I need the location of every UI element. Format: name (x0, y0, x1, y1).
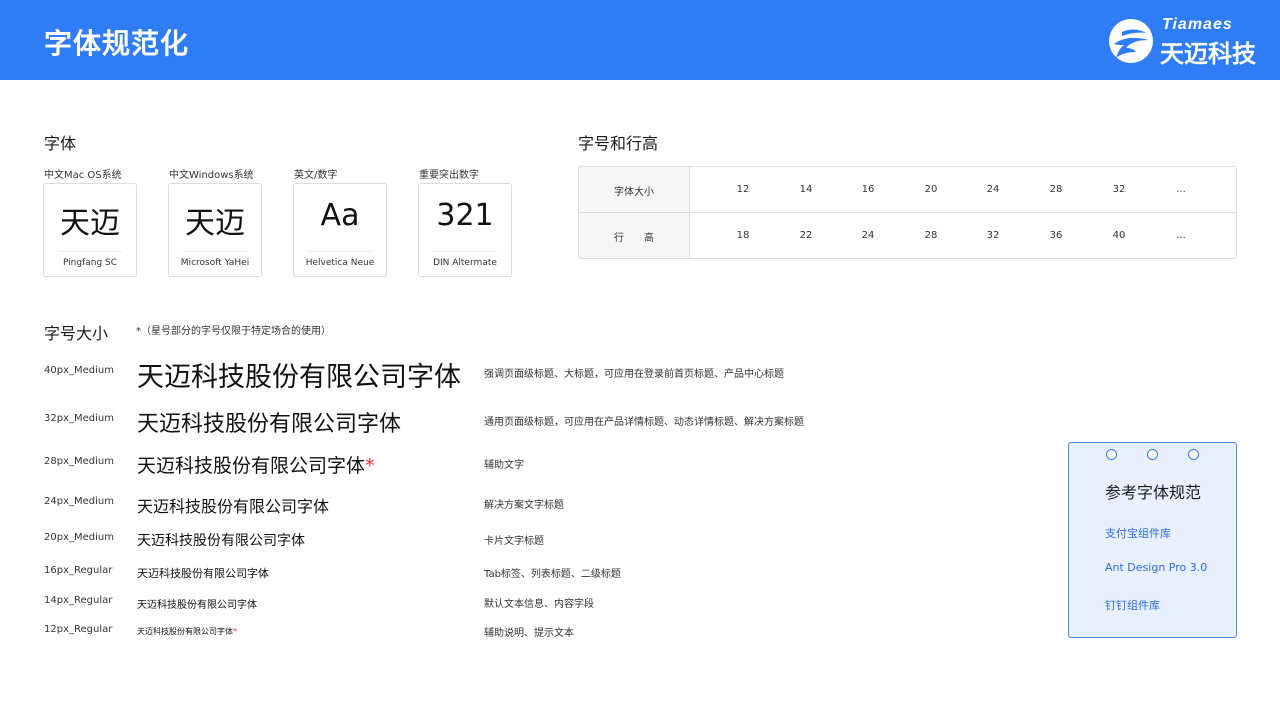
table-row: 字体大小 12 14 16 20 24 28 32 ... (579, 167, 1236, 213)
page-title: 字体规范化 (44, 27, 190, 60)
font-size-description: 强调页面级标题、大标题，可应用在登录前首页标题、产品中心标题 (484, 369, 784, 380)
table-cell: 32 (986, 230, 1000, 241)
table-cell: 12 (736, 184, 750, 195)
font-size-sample: 天迈科技股份有限公司字体* (137, 626, 237, 637)
table-cell: ... (1176, 184, 1186, 195)
fonts-section-title: 字体 (44, 134, 77, 153)
font-size-label: 14px_Regular (44, 595, 113, 606)
row-header-text: 字体大小 (614, 187, 654, 198)
font-size-description: 辅助文字 (484, 460, 524, 471)
logo-text-cn: 天迈科技 (1160, 40, 1256, 68)
font-card-helvetica: Aa Helvetica Neue (293, 183, 387, 277)
font-size-sample: 天迈科技股份有限公司字体 (137, 355, 461, 394)
font-sample: 天迈 (185, 206, 245, 241)
font-size-description: 通用页面级标题，可应用在产品详情标题、动态详情标题、解决方案标题 (484, 417, 804, 428)
font-sample: 321 (436, 198, 494, 233)
font-size-sample-text: 天迈科技股份有限公司字体 (137, 627, 233, 636)
font-size-description: Tab标签、列表标题、二级标题 (484, 569, 621, 580)
font-size-sample-text: 天迈科技股份有限公司字体 (137, 497, 330, 516)
font-name: Pingfang SC (62, 258, 118, 268)
font-name: Microsoft YaHei (180, 258, 250, 268)
font-size-label: 28px_Medium (44, 456, 114, 467)
font-size-sample-text: 天迈科技股份有限公司字体 (137, 362, 461, 393)
table-cell: 24 (861, 230, 875, 241)
font-size-description: 辅助说明、提示文本 (484, 628, 574, 639)
font-name: DIN Altermate (433, 258, 497, 268)
table-cell: 28 (1049, 184, 1063, 195)
table-cell: 14 (799, 184, 813, 195)
font-size-sample: 天迈科技股份有限公司字体 (137, 406, 401, 438)
reference-card-title: 参考字体规范 (1105, 483, 1202, 502)
table-cell: 28 (924, 230, 938, 241)
font-size-sample: 天迈科技股份有限公司字体 (137, 530, 305, 550)
table-cell: ... (1176, 230, 1186, 241)
font-size-sample: 天迈科技股份有限公司字体 (137, 493, 329, 517)
binder-ring-icon (1106, 449, 1117, 460)
table-cell: 20 (924, 184, 938, 195)
table-cell: 32 (1112, 184, 1126, 195)
table-cell: 22 (799, 230, 813, 241)
font-name: Helvetica Neue (305, 258, 375, 268)
size-line-section-title: 字号和行高 (578, 134, 659, 153)
restricted-star-icon: * (233, 627, 237, 636)
card-divider (58, 251, 122, 252)
font-size-sample: 天迈科技股份有限公司字体* (137, 451, 375, 478)
font-card-label: 英文/数字 (294, 170, 338, 181)
logo-text-en: Tiamaes (1162, 16, 1233, 33)
font-size-label: 16px_Regular (44, 565, 113, 576)
font-size-label: 32px_Medium (44, 413, 114, 424)
company-logo: Tiamaes 天迈科技 (1108, 16, 1256, 68)
size-line-table: 字体大小 12 14 16 20 24 28 32 ... 行 高 18 22 … (578, 166, 1237, 259)
table-cell: 40 (1112, 230, 1126, 241)
header-bar: 字体规范化 Tiamaes 天迈科技 (0, 0, 1280, 80)
table-cell: 36 (1049, 230, 1063, 241)
row-header-text: 行 高 (614, 233, 654, 244)
card-divider (183, 251, 247, 252)
font-size-label: 12px_Regular (44, 624, 113, 635)
font-size-description: 默认文本信息、内容字段 (484, 599, 594, 610)
font-size-label: 24px_Medium (44, 496, 114, 507)
link-alipay-components[interactable]: 支付宝组件库 (1105, 525, 1171, 541)
font-card-pingfang: 天迈 Pingfang SC (43, 183, 137, 277)
table-cell: 18 (736, 230, 750, 241)
font-size-section-title: 字号大小 (44, 324, 109, 343)
font-card-label: 重要突出数字 (419, 170, 479, 181)
font-sample: 天迈 (60, 206, 120, 241)
font-size-sample-text: 天迈科技股份有限公司字体 (137, 533, 305, 549)
font-size-sample-text: 天迈科技股份有限公司字体 (137, 455, 366, 477)
table-cell: 24 (986, 184, 1000, 195)
font-card-yahei: 天迈 Microsoft YaHei (168, 183, 262, 277)
card-divider (433, 251, 497, 252)
font-size-sample-text: 天迈科技股份有限公司字体 (137, 600, 257, 611)
row-header: 行 高 (579, 213, 690, 258)
font-sample: Aa (320, 198, 360, 233)
card-divider (308, 251, 372, 252)
font-size-sample-text: 天迈科技股份有限公司字体 (137, 567, 269, 580)
font-size-label: 40px_Medium (44, 365, 114, 376)
font-size-sample: 天迈科技股份有限公司字体 (137, 565, 269, 581)
link-dingtalk-components[interactable]: 钉钉组件库 (1105, 597, 1160, 613)
table-cell: 16 (861, 184, 875, 195)
font-size-description: 卡片文字标题 (484, 536, 544, 547)
logo-mark-icon (1109, 19, 1153, 63)
font-size-description: 解决方案文字标题 (484, 500, 564, 511)
restricted-star-icon: * (365, 455, 375, 477)
font-size-sample-text: 天迈科技股份有限公司字体 (137, 412, 402, 437)
font-card-din: 321 DIN Altermate (418, 183, 512, 277)
link-ant-design-pro[interactable]: Ant Design Pro 3.0 (1105, 561, 1207, 574)
font-size-sample: 天迈科技股份有限公司字体 (137, 596, 257, 611)
row-header: 字体大小 (579, 167, 690, 212)
binder-ring-icon (1147, 449, 1158, 460)
font-card-label: 中文Windows系统 (169, 170, 254, 181)
font-size-note: *（星号部分的字号仅限于特定场合的使用） (136, 326, 331, 337)
reference-card: 参考字体规范 支付宝组件库 Ant Design Pro 3.0 钉钉组件库 (1068, 442, 1237, 638)
font-card-label: 中文Mac OS系统 (44, 170, 122, 181)
table-row: 行 高 18 22 24 28 32 36 40 ... (579, 213, 1236, 258)
binder-ring-icon (1188, 449, 1199, 460)
font-size-label: 20px_Medium (44, 532, 114, 543)
